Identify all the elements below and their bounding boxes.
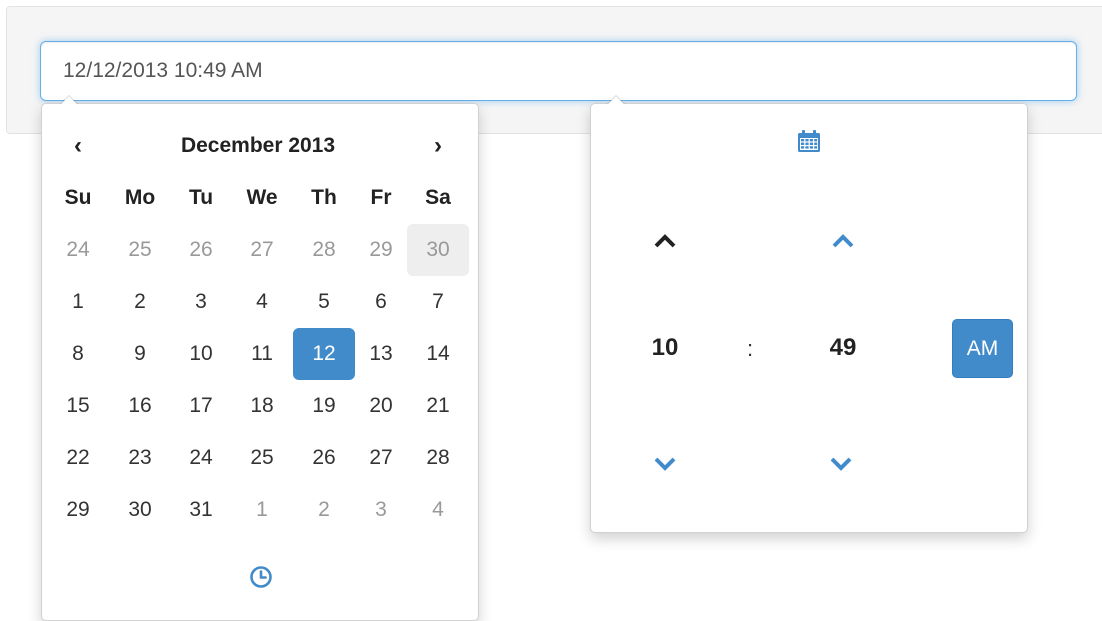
calendar-day[interactable]: 11 (231, 328, 293, 380)
datetime-input[interactable] (40, 41, 1077, 101)
calendar-icon[interactable] (796, 128, 822, 154)
weekday-label: We (246, 186, 278, 209)
decrement-hour-chevron-down-icon[interactable] (653, 456, 677, 472)
calendar-day[interactable]: 20 (355, 380, 407, 432)
weekday-label: Mo (124, 186, 156, 209)
calendar-day[interactable]: 26 (293, 432, 355, 484)
calendar-week-row: 15 16 17 18 19 20 21 (47, 380, 469, 432)
time-separator: : (747, 336, 754, 361)
time-picker-dropdown: 10 : 49 AM (590, 95, 1028, 533)
calendar-day[interactable]: 23 (109, 432, 171, 484)
weekday-label: Tu (188, 186, 214, 209)
calendar-day[interactable]: 1 (47, 276, 109, 328)
calendar-day[interactable]: 19 (293, 380, 355, 432)
prev-month-button[interactable]: ‹ (47, 120, 109, 172)
minute-value[interactable]: 49 (813, 334, 873, 362)
calendar-day-prev-month[interactable]: 26 (171, 224, 231, 276)
calendar-day-next-month[interactable]: 1 (231, 484, 293, 536)
calendar-day-prev-month[interactable]: 27 (231, 224, 293, 276)
calendar-day-prev-month[interactable]: 24 (47, 224, 109, 276)
calendar-day[interactable]: 29 (47, 484, 109, 536)
calendar-day-prev-month[interactable]: 25 (109, 224, 171, 276)
am-pm-toggle-button[interactable]: AM (952, 319, 1013, 378)
calendar-day[interactable]: 14 (407, 328, 469, 380)
calendar-day[interactable]: 18 (231, 380, 293, 432)
calendar-day-prev-month[interactable]: 29 (355, 224, 407, 276)
calendar-day[interactable]: 8 (47, 328, 109, 380)
calendar-day[interactable]: 28 (407, 432, 469, 484)
calendar-day-next-month[interactable]: 3 (355, 484, 407, 536)
weekday-label: Su (64, 186, 92, 209)
calendar-day[interactable]: 27 (355, 432, 407, 484)
calendar-day[interactable]: 25 (231, 432, 293, 484)
weekday-label: Fr (370, 186, 392, 209)
calendar-header: ‹ December 2013 › (47, 120, 469, 172)
calendar-day[interactable]: 22 (47, 432, 109, 484)
hour-value[interactable]: 10 (635, 334, 695, 362)
weekday-label: Sa (425, 186, 451, 209)
calendar-day[interactable]: 30 (109, 484, 171, 536)
calendar-day[interactable]: 5 (293, 276, 355, 328)
weekday-header-row: Su Mo Tu We Th Fr Sa (47, 172, 469, 224)
calendar-table: ‹ December 2013 › Su Mo Tu We Th Fr Sa 2… (47, 120, 469, 536)
calendar-day[interactable]: 9 (109, 328, 171, 380)
clock-icon[interactable] (248, 564, 274, 590)
next-month-button[interactable]: › (407, 120, 469, 172)
calendar-day-next-month[interactable]: 2 (293, 484, 355, 536)
calendar-day[interactable]: 10 (171, 328, 231, 380)
calendar-week-row: 24 25 26 27 28 29 30 (47, 224, 469, 276)
calendar-week-row: 29 30 31 1 2 3 4 (47, 484, 469, 536)
calendar-day[interactable]: 17 (171, 380, 231, 432)
calendar-week-row: 1 2 3 4 5 6 7 (47, 276, 469, 328)
increment-minute-chevron-up-icon[interactable] (831, 233, 855, 249)
calendar-day[interactable]: 6 (355, 276, 407, 328)
date-picker-dropdown: ‹ December 2013 › Su Mo Tu We Th Fr Sa 2… (41, 95, 479, 621)
calendar-day[interactable]: 15 (47, 380, 109, 432)
increment-hour-chevron-up-icon[interactable] (653, 233, 677, 249)
calendar-day-prev-month[interactable]: 28 (293, 224, 355, 276)
calendar-day-prev-month[interactable]: 30 (407, 224, 469, 276)
calendar-day-selected[interactable]: 12 (293, 328, 355, 380)
decrement-minute-chevron-down-icon[interactable] (829, 456, 853, 472)
calendar-day[interactable]: 16 (109, 380, 171, 432)
calendar-day[interactable]: 3 (171, 276, 231, 328)
month-year-label[interactable]: December 2013 (109, 120, 407, 172)
calendar-day[interactable]: 24 (171, 432, 231, 484)
calendar-day[interactable]: 13 (355, 328, 407, 380)
calendar-day[interactable]: 4 (231, 276, 293, 328)
calendar-week-row: 22 23 24 25 26 27 28 (47, 432, 469, 484)
calendar-day[interactable]: 21 (407, 380, 469, 432)
calendar-day[interactable]: 7 (407, 276, 469, 328)
weekday-label: Th (311, 186, 337, 209)
calendar-week-row: 8 9 10 11 12 13 14 (47, 328, 469, 380)
calendar-day[interactable]: 2 (109, 276, 171, 328)
calendar-day-next-month[interactable]: 4 (407, 484, 469, 536)
calendar-day[interactable]: 31 (171, 484, 231, 536)
